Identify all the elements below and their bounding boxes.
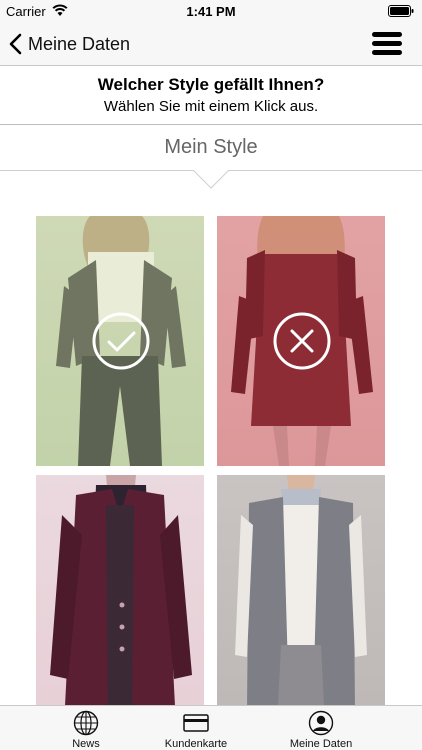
- status-bar: Carrier 1:41 PM: [0, 0, 422, 22]
- outfit-image: [50, 475, 192, 705]
- battery-icon: [388, 5, 414, 17]
- section-pointer-arrow: [193, 170, 229, 189]
- card-icon: [183, 714, 209, 732]
- style-prompt: Welcher Style gefällt Ihnen? Wählen Sie …: [0, 66, 422, 124]
- style-card-disliked[interactable]: [217, 216, 385, 466]
- status-time: 1:41 PM: [186, 4, 236, 19]
- tab-bar: News Kundenkarte Meine Daten: [0, 705, 422, 750]
- section-title: Mein Style: [164, 136, 258, 158]
- user-icon: [308, 710, 334, 736]
- tab-label: Meine Daten: [289, 738, 353, 750]
- style-card[interactable]: [36, 475, 204, 705]
- tab-meine-daten[interactable]: Meine Daten: [251, 706, 391, 750]
- style-grid: [0, 190, 422, 705]
- chevron-left-icon: [9, 33, 22, 55]
- tab-kundenkarte[interactable]: Kundenkarte: [126, 706, 266, 750]
- section-header: Mein Style: [0, 124, 422, 171]
- prompt-title: Welcher Style gefällt Ihnen?: [97, 75, 325, 94]
- back-button[interactable]: Meine Daten: [8, 30, 130, 58]
- style-card[interactable]: [217, 475, 385, 705]
- x-icon: [273, 312, 331, 370]
- outfit-image: [235, 475, 367, 705]
- tab-label: Kundenkarte: [164, 738, 228, 750]
- back-label: Meine Daten: [28, 33, 131, 54]
- hamburger-menu-icon[interactable]: [372, 32, 402, 56]
- style-card-liked[interactable]: [36, 216, 204, 466]
- globe-icon: [73, 710, 99, 736]
- navigation-bar: Meine Daten: [0, 22, 422, 66]
- prompt-subtitle: Wählen Sie mit einem Klick aus.: [103, 98, 319, 115]
- checkmark-icon: [92, 312, 150, 370]
